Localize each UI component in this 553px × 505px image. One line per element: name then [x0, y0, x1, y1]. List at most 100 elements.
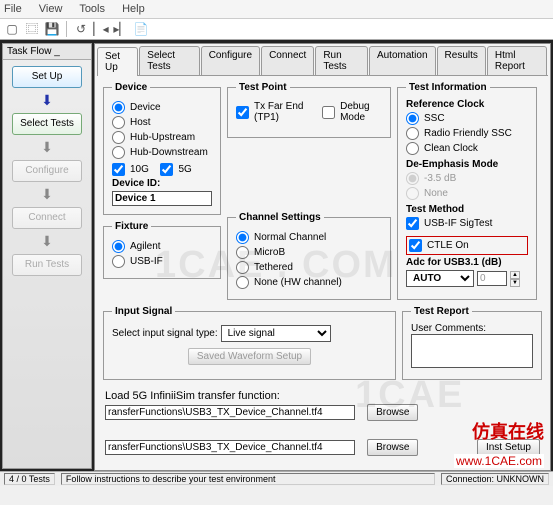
menu-view[interactable]: View — [39, 3, 63, 15]
deemph-radio-35db — [406, 172, 419, 185]
fixture-legend: Fixture — [112, 221, 151, 232]
refclock-radio-radio-friendly[interactable] — [406, 127, 419, 140]
adc-spin — [477, 271, 507, 286]
refclock-radio-label: Radio Friendly SSC — [424, 128, 512, 139]
step-select-tests[interactable]: Select Tests — [12, 113, 82, 135]
deemph-none-label: None — [424, 188, 448, 199]
refclock-ssc-label: SSC — [424, 113, 445, 124]
device-chk-10g-label: 10G — [130, 164, 149, 175]
tab-run-tests[interactable]: Run Tests — [315, 46, 368, 75]
refresh-icon[interactable]: ↺ — [73, 21, 89, 37]
watermark-url: www.1CAE.com — [454, 454, 544, 468]
test-report-legend: Test Report — [411, 306, 472, 317]
device-radio-hub-upstream[interactable] — [112, 131, 125, 144]
browse-button-1[interactable]: Browse — [367, 404, 418, 421]
fixture-radio-usbif[interactable] — [112, 255, 125, 268]
testpoint-debug-label: Debug Mode — [340, 101, 382, 123]
transfer-path-2[interactable] — [105, 440, 355, 455]
tab-automation[interactable]: Automation — [369, 46, 436, 75]
content-panel: Set Up Select Tests Configure Connect Ru… — [94, 43, 551, 471]
fixture-usbif-label: USB-IF — [130, 256, 163, 267]
channel-radio-normal[interactable] — [236, 231, 249, 244]
input-signal-group: Input Signal Select input signal type: L… — [103, 306, 396, 380]
tab-results[interactable]: Results — [437, 46, 486, 75]
separator — [66, 21, 67, 37]
deemph-radio-none — [406, 187, 419, 200]
fixture-radio-agilent[interactable] — [112, 240, 125, 253]
device-radio-hubup-label: Hub-Upstream — [130, 132, 195, 143]
testinfo-legend: Test Information — [406, 82, 490, 93]
refclock-radio-clean[interactable] — [406, 142, 419, 155]
signal-type-select[interactable]: Live signal — [221, 325, 331, 342]
tab-html-report[interactable]: Html Report — [487, 46, 547, 75]
channel-settings-group: Channel Settings Normal Channel MicroB T… — [227, 212, 391, 300]
arrow-down-icon: ⬇ — [3, 233, 91, 250]
arrow-down-icon: ⬇ — [3, 186, 91, 203]
refclock-clean-label: Clean Clock — [424, 143, 478, 154]
spin-down-icon: ▼ — [510, 279, 520, 287]
status-connection: Connection: UNKNOWN — [441, 473, 549, 485]
menu-tools[interactable]: Tools — [79, 3, 105, 15]
device-chk-5g[interactable] — [160, 163, 173, 176]
device-chk-10g[interactable] — [112, 163, 125, 176]
device-radio-hub-downstream[interactable] — [112, 146, 125, 159]
menubar: File View Tools Help — [0, 0, 553, 19]
tab-select-tests[interactable]: Select Tests — [139, 46, 199, 75]
signal-type-label: Select input signal type: — [112, 328, 218, 339]
status-bar: 4 / 0 Tests Follow instructions to descr… — [0, 471, 553, 486]
open-icon[interactable]: ⿴ — [24, 21, 40, 37]
testpoint-chk-tx[interactable] — [236, 106, 249, 119]
testpoint-group: Test Point Tx Far End (TP1) Debug Mode — [227, 82, 391, 138]
watermark-cn: 仿真在线 — [472, 418, 544, 444]
device-radio-host-label: Host — [130, 117, 151, 128]
chk-sigtest[interactable] — [406, 217, 419, 230]
channel-microb-label: MicroB — [254, 247, 285, 258]
device-group: Device Device Host Hub-Upstream Hub-Down… — [103, 82, 221, 215]
script-icon[interactable]: 📄 — [133, 21, 149, 37]
status-tests: 4 / 0 Tests — [4, 473, 55, 485]
task-flow-title: Task Flow _ — [3, 44, 91, 60]
tab-strip: Set Up Select Tests Configure Connect Ru… — [97, 46, 548, 76]
refclock-radio-ssc[interactable] — [406, 112, 419, 125]
user-comments-label: User Comments: — [411, 323, 533, 334]
chk-ctle-on[interactable] — [409, 239, 422, 252]
device-chk-5g-label: 5G — [178, 164, 191, 175]
testpoint-chk-debug[interactable] — [322, 106, 335, 119]
testpoint-legend: Test Point — [236, 82, 290, 93]
channel-legend: Channel Settings — [236, 212, 324, 223]
new-icon[interactable]: ▢ — [4, 21, 20, 37]
device-radio-device[interactable] — [112, 101, 125, 114]
fixture-agilent-label: Agilent — [130, 241, 161, 252]
toolbar: ▢ ⿴ 💾 ↺ ▏◂ ▸▏ 📄 — [0, 19, 553, 40]
test-information-group: Test Information Reference Clock SSC Rad… — [397, 82, 537, 300]
device-id-input[interactable] — [112, 191, 212, 206]
menu-help[interactable]: Help — [122, 3, 145, 15]
ref-clock-label: Reference Clock — [406, 99, 528, 110]
menu-file[interactable]: File — [4, 3, 22, 15]
flag-right-icon[interactable]: ▸▏ — [113, 21, 129, 37]
setup-panel: Device Device Host Hub-Upstream Hub-Down… — [97, 76, 548, 468]
transfer-path-1[interactable] — [105, 405, 355, 420]
transfer-function-label: Load 5G InfiniiSim transfer function: — [105, 390, 540, 402]
channel-radio-microb[interactable] — [236, 246, 249, 259]
channel-radio-none[interactable] — [236, 276, 249, 289]
step-setup[interactable]: Set Up — [12, 66, 82, 88]
tab-connect[interactable]: Connect — [261, 46, 314, 75]
task-flow-panel: Task Flow _ Set Up ⬇ Select Tests ⬇ Conf… — [2, 43, 92, 469]
testpoint-tx-label: Tx Far End (TP1) — [254, 101, 311, 123]
device-id-label: Device ID: — [112, 178, 212, 189]
tab-configure[interactable]: Configure — [201, 46, 260, 75]
fixture-group: Fixture Agilent USB-IF — [103, 221, 221, 279]
step-connect: Connect — [12, 207, 82, 229]
channel-radio-tethered[interactable] — [236, 261, 249, 274]
tab-setup[interactable]: Set Up — [97, 47, 138, 76]
browse-button-2[interactable]: Browse — [367, 439, 418, 456]
arrow-down-icon: ⬇ — [3, 92, 91, 109]
device-radio-host[interactable] — [112, 116, 125, 129]
save-icon[interactable]: 💾 — [44, 21, 60, 37]
channel-normal-label: Normal Channel — [254, 232, 326, 243]
channel-none-label: None (HW channel) — [254, 277, 342, 288]
user-comments-textarea[interactable] — [411, 334, 533, 368]
flag-left-icon[interactable]: ▏◂ — [93, 21, 109, 37]
adc-select[interactable]: AUTO — [406, 270, 474, 287]
